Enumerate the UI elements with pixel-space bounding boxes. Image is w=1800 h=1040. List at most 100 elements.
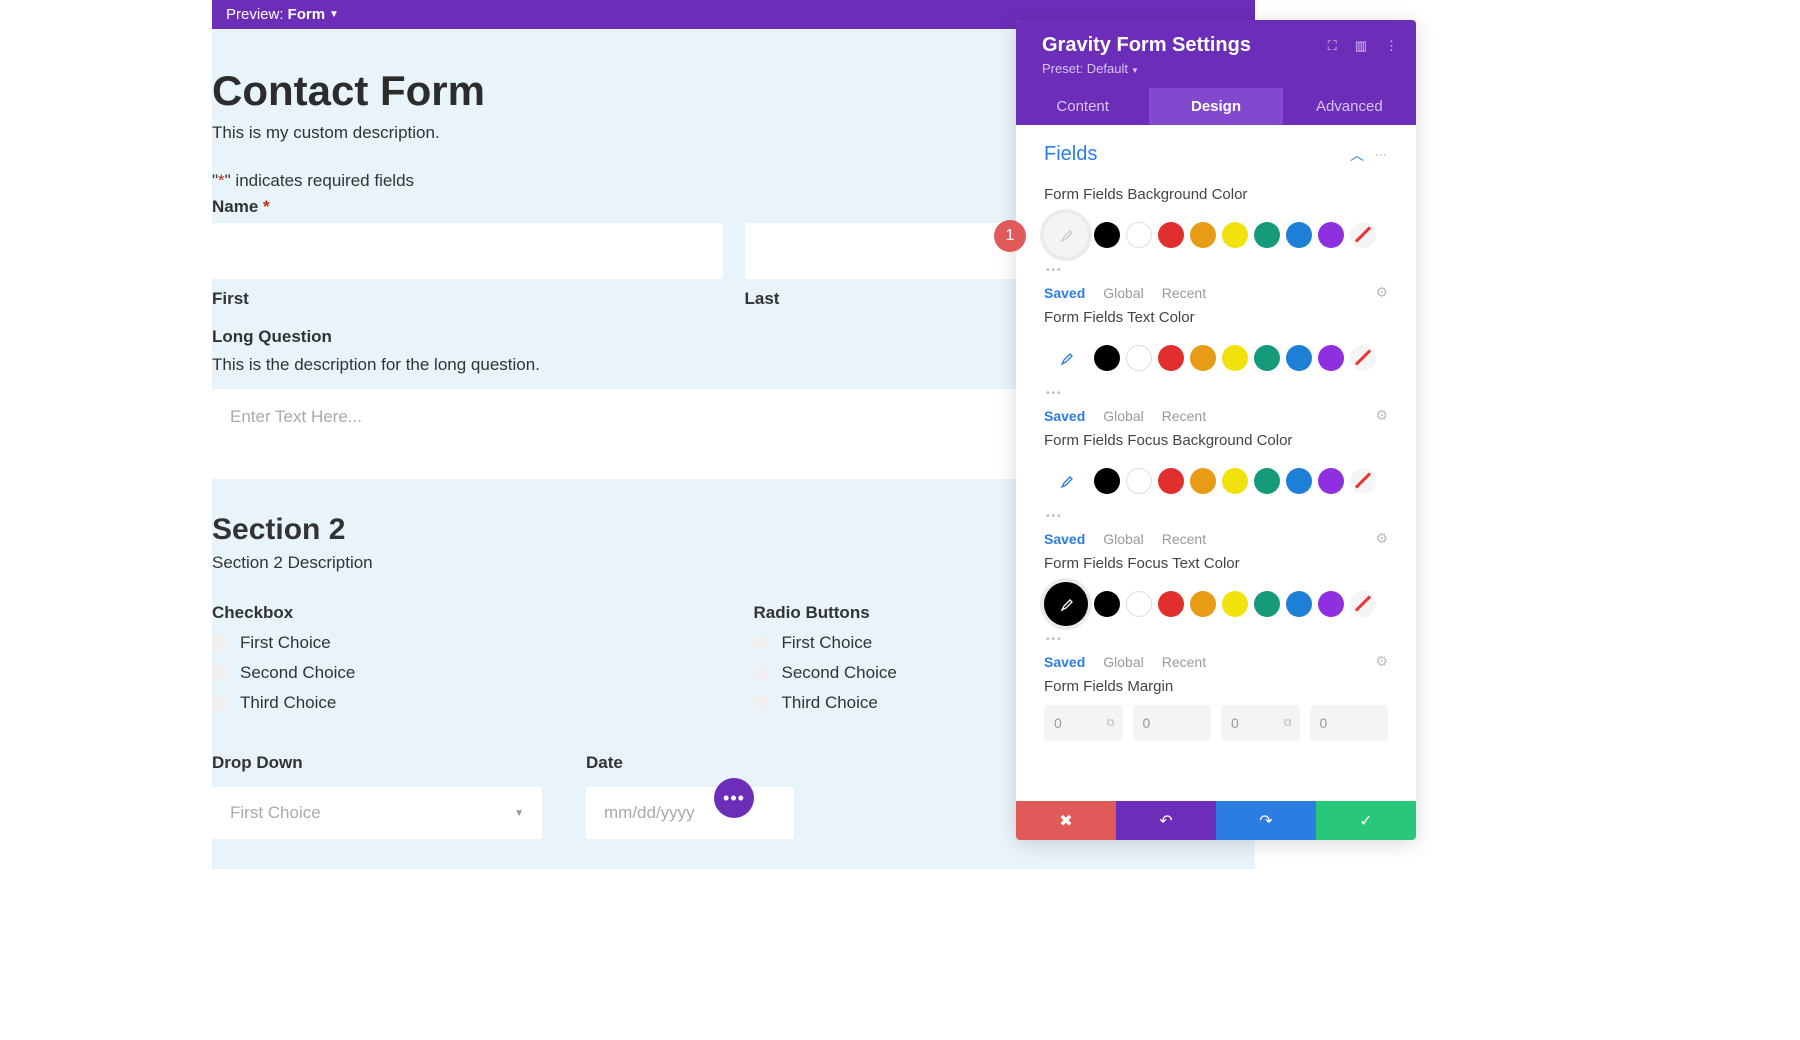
color-swatch[interactable]	[1318, 468, 1344, 494]
date-input[interactable]: mm/dd/yyyy	[586, 787, 794, 839]
dropdown-select[interactable]: First Choice▼	[212, 787, 542, 839]
checkbox-choice[interactable]: Third Choice	[212, 693, 714, 713]
color-swatch[interactable]	[1286, 468, 1312, 494]
dropdown-label: Drop Down	[212, 753, 542, 773]
color-swatch[interactable]	[1254, 591, 1280, 617]
gear-icon[interactable]: ⚙	[1375, 653, 1388, 670]
save-button[interactable]: ✓	[1316, 801, 1416, 840]
more-dots[interactable]: •••	[1016, 503, 1416, 530]
color-swatch[interactable]	[1254, 345, 1280, 371]
no-color-swatch[interactable]	[1350, 591, 1376, 617]
color-tab[interactable]: Global	[1103, 654, 1143, 670]
color-tab[interactable]: Recent	[1162, 408, 1206, 424]
color-swatch[interactable]	[1222, 345, 1248, 371]
margin-bottom-input[interactable]: 0⧉	[1221, 705, 1300, 741]
color-tab[interactable]: Recent	[1162, 285, 1206, 301]
checkbox-icon	[212, 635, 228, 651]
margin-left-input[interactable]: 0	[1310, 705, 1389, 741]
color-swatch[interactable]	[1190, 591, 1216, 617]
color-swatch[interactable]	[1286, 345, 1312, 371]
accordion-fields[interactable]: Fields ︿ ⋮	[1016, 125, 1416, 178]
redo-button[interactable]: ↷	[1216, 801, 1316, 840]
chevron-down-icon[interactable]: ▼	[329, 9, 339, 20]
link-icon[interactable]: ⧉	[1284, 717, 1292, 730]
cancel-button[interactable]: ✖	[1016, 801, 1116, 840]
color-swatch[interactable]	[1222, 591, 1248, 617]
no-color-swatch[interactable]	[1350, 468, 1376, 494]
kebab-menu-icon[interactable]: ⋮	[1385, 38, 1398, 54]
preset-selector[interactable]: Preset: Default▼	[1042, 61, 1390, 76]
tab-content[interactable]: Content	[1016, 88, 1149, 125]
color-swatch[interactable]	[1094, 222, 1120, 248]
color-swatch[interactable]	[1190, 468, 1216, 494]
eyedropper-button[interactable]	[1044, 336, 1088, 380]
option-label: Form Fields Margin	[1016, 670, 1416, 705]
more-dots[interactable]: •••	[1016, 626, 1416, 653]
color-tab[interactable]: Saved	[1044, 531, 1085, 547]
color-swatch[interactable]	[1190, 222, 1216, 248]
margin-top-input[interactable]: 0⧉	[1044, 705, 1123, 741]
color-swatch[interactable]	[1254, 468, 1280, 494]
color-swatch[interactable]	[1126, 468, 1152, 494]
color-tab[interactable]: Recent	[1162, 654, 1206, 670]
more-dots[interactable]: •••	[1016, 380, 1416, 407]
color-swatch[interactable]	[1094, 345, 1120, 371]
gear-icon[interactable]: ⚙	[1375, 407, 1388, 424]
color-swatch[interactable]	[1318, 222, 1344, 248]
margin-inputs: 0⧉ 0 0⧉ 0	[1016, 705, 1416, 741]
color-tab[interactable]: Global	[1103, 408, 1143, 424]
color-swatch[interactable]	[1126, 591, 1152, 617]
color-swatch[interactable]	[1094, 468, 1120, 494]
radio-icon	[754, 665, 770, 681]
color-tab[interactable]: Recent	[1162, 531, 1206, 547]
more-options-fab[interactable]: •••	[714, 778, 754, 818]
color-swatch[interactable]	[1222, 468, 1248, 494]
option-label: Form Fields Background Color	[1016, 178, 1416, 213]
checkbox-choice[interactable]: Second Choice	[212, 663, 714, 683]
panel-body[interactable]: Fields ︿ ⋮ Form Fields Background Color •…	[1016, 125, 1416, 801]
color-swatch[interactable]	[1158, 222, 1184, 248]
color-swatch[interactable]	[1126, 345, 1152, 371]
eyedropper-button[interactable]	[1044, 582, 1088, 626]
color-swatch[interactable]	[1222, 222, 1248, 248]
eyedropper-button[interactable]	[1044, 459, 1088, 503]
color-tab[interactable]: Global	[1103, 531, 1143, 547]
preview-mode[interactable]: Form	[288, 6, 326, 23]
undo-button[interactable]: ↶	[1116, 801, 1216, 840]
color-swatch[interactable]	[1318, 345, 1344, 371]
color-swatch[interactable]	[1190, 345, 1216, 371]
color-swatch[interactable]	[1158, 591, 1184, 617]
tab-design[interactable]: Design	[1149, 88, 1282, 125]
link-icon[interactable]: ⧉	[1107, 717, 1115, 730]
color-tab[interactable]: Global	[1103, 285, 1143, 301]
color-swatch[interactable]	[1286, 591, 1312, 617]
checkbox-choice[interactable]: First Choice	[212, 633, 714, 653]
color-tab[interactable]: Saved	[1044, 285, 1085, 301]
expand-icon[interactable]: ⛶	[1328, 38, 1337, 54]
color-swatch[interactable]	[1254, 222, 1280, 248]
color-swatch[interactable]	[1286, 222, 1312, 248]
color-swatch[interactable]	[1158, 345, 1184, 371]
color-tab[interactable]: Saved	[1044, 408, 1085, 424]
layout-icon[interactable]: ▥	[1355, 38, 1367, 54]
first-name-input[interactable]	[212, 223, 723, 279]
gear-icon[interactable]: ⚙	[1375, 530, 1388, 547]
color-tabs: Saved Global Recent ⚙	[1016, 653, 1416, 670]
more-dots[interactable]: •••	[1016, 257, 1416, 284]
gear-icon[interactable]: ⚙	[1375, 284, 1388, 301]
color-swatch[interactable]	[1126, 222, 1152, 248]
color-swatch[interactable]	[1158, 468, 1184, 494]
eyedropper-button[interactable]	[1044, 213, 1088, 257]
no-color-swatch[interactable]	[1350, 345, 1376, 371]
tab-advanced[interactable]: Advanced	[1283, 88, 1416, 125]
preview-label: Preview:	[226, 6, 284, 23]
panel-tabs: Content Design Advanced	[1016, 88, 1416, 125]
swatch-row	[1016, 213, 1416, 257]
no-color-swatch[interactable]	[1350, 222, 1376, 248]
panel-footer: ✖ ↶ ↷ ✓	[1016, 801, 1416, 840]
color-tab[interactable]: Saved	[1044, 654, 1085, 670]
kebab-menu-icon[interactable]: ⋮	[1374, 149, 1388, 161]
margin-right-input[interactable]: 0	[1133, 705, 1212, 741]
color-swatch[interactable]	[1094, 591, 1120, 617]
color-swatch[interactable]	[1318, 591, 1344, 617]
